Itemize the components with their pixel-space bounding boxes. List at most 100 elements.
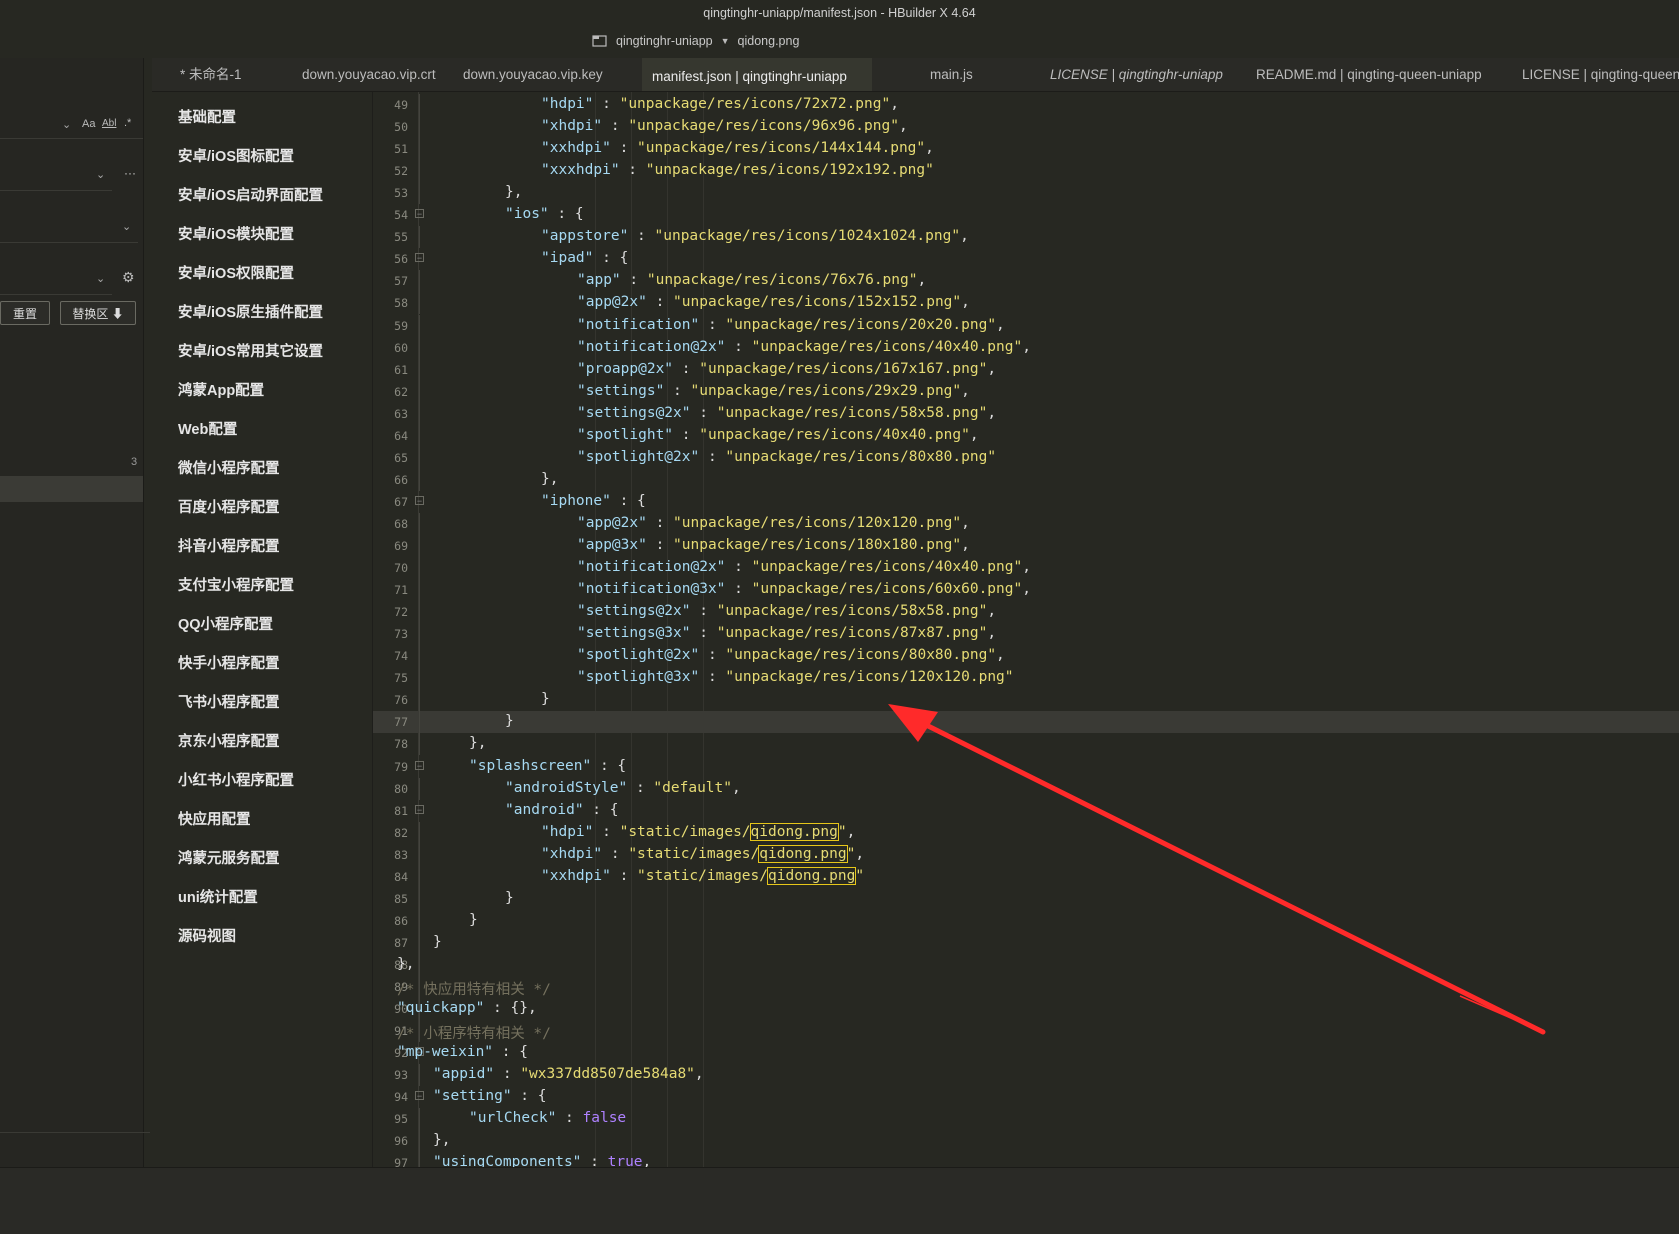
config-nav-item[interactable]: 安卓/iOS常用其它设置 bbox=[178, 340, 323, 361]
replace-toggle-button[interactable]: 替换区 ⬇ bbox=[60, 301, 136, 325]
code-line[interactable]: 72 "settings@2x" : "unpackage/res/icons/5… bbox=[373, 601, 1679, 624]
tab-license-queen[interactable]: LICENSE | qingting-queen-uniapp bbox=[1512, 58, 1679, 91]
reset-button[interactable]: 重置 bbox=[0, 301, 50, 325]
code-line[interactable]: 96}, bbox=[373, 1130, 1679, 1153]
chevron-down-icon[interactable]: ⌄ bbox=[96, 168, 105, 181]
tab-untitled[interactable]: * 未命名-1 bbox=[170, 58, 290, 91]
code-line[interactable]: 78}, bbox=[373, 733, 1679, 756]
code-line[interactable]: 49 "hdpi" : "unpackage/res/icons/72x72.pn… bbox=[373, 94, 1679, 116]
fold-toggle-icon[interactable]: − bbox=[415, 253, 424, 263]
chevron-down-icon[interactable]: ⌄ bbox=[62, 118, 71, 131]
filter-select[interactable]: ⌄ bbox=[0, 268, 112, 295]
code-line[interactable]: 87} bbox=[373, 931, 1679, 954]
code-line[interactable]: 55 "appstore" : "unpackage/res/icons/1024… bbox=[373, 226, 1679, 249]
code-line[interactable]: 84 "xxhdpi" : "static/images/qidong.png" bbox=[373, 865, 1679, 888]
code-line[interactable]: 83 "xhdpi" : "static/images/qidong.png", bbox=[373, 843, 1679, 866]
code-line[interactable]: 95 "urlCheck" : false bbox=[373, 1108, 1679, 1131]
code-line[interactable]: 82 "hdpi" : "static/images/qidong.png", bbox=[373, 821, 1679, 844]
fold-toggle-icon[interactable]: − bbox=[415, 209, 424, 219]
fold-toggle-icon[interactable]: − bbox=[415, 804, 424, 814]
code-line[interactable]: 64 "spotlight" : "unpackage/res/icons/40x… bbox=[373, 424, 1679, 447]
code-line[interactable]: 60 "notification@2x" : "unpackage/res/ico… bbox=[373, 336, 1679, 359]
config-nav-item[interactable]: 安卓/iOS启动界面配置 bbox=[178, 184, 323, 205]
breadcrumb-file[interactable]: qidong.png bbox=[738, 34, 800, 48]
config-nav-item[interactable]: 快应用配置 bbox=[178, 808, 251, 829]
config-nav-item[interactable]: 安卓/iOS图标配置 bbox=[178, 145, 294, 166]
code-line[interactable]: 66}, bbox=[373, 468, 1679, 491]
search-input[interactable]: ⌄ Aa Abl .* bbox=[0, 112, 143, 139]
code-line[interactable]: 75 "spotlight@3x" : "unpackage/res/icons/… bbox=[373, 667, 1679, 690]
code-line[interactable]: 61 "proapp@2x" : "unpackage/res/icons/167… bbox=[373, 358, 1679, 381]
code-line[interactable]: 56− "ipad" : { bbox=[373, 248, 1679, 270]
gear-icon[interactable]: ⚙ bbox=[122, 269, 135, 286]
code-line[interactable]: 80 "androidStyle" : "default", bbox=[373, 777, 1679, 800]
tab-readme[interactable]: README.md | qingting-queen-uniapp bbox=[1246, 58, 1496, 91]
config-nav-item[interactable]: 安卓/iOS权限配置 bbox=[178, 262, 294, 283]
config-nav-item[interactable]: 支付宝小程序配置 bbox=[178, 574, 294, 595]
current-line[interactable]: 77} bbox=[373, 711, 1679, 734]
tab-license[interactable]: LICENSE | qingtinghr-uniapp bbox=[1040, 58, 1230, 91]
whole-word-icon[interactable]: Abl bbox=[102, 118, 116, 129]
project-name[interactable]: qingtinghr-uniapp bbox=[616, 34, 713, 48]
code-line[interactable]: 59 "notification" : "unpackage/res/icons/… bbox=[373, 314, 1679, 337]
code-line[interactable]: 92− "mp-weixin" : { bbox=[373, 1042, 1679, 1064]
code-line[interactable]: 67− "iphone" : { bbox=[373, 491, 1679, 513]
code-line[interactable]: 70 "notification@2x" : "unpackage/res/ico… bbox=[373, 557, 1679, 580]
code-line[interactable]: 89/* 快应用特有相关 */ bbox=[373, 976, 1679, 998]
code-line[interactable]: 97 "usingComponents" : true, bbox=[373, 1152, 1679, 1167]
replace-input[interactable]: ⌄ bbox=[0, 216, 138, 243]
code-line[interactable]: 62 "settings" : "unpackage/res/icons/29x2… bbox=[373, 380, 1679, 403]
config-nav-item[interactable]: 京东小程序配置 bbox=[178, 730, 280, 751]
code-line[interactable]: 91/* 小程序特有相关 */ bbox=[373, 1020, 1679, 1043]
config-nav-item[interactable]: 小红书小程序配置 bbox=[178, 769, 294, 790]
project-breadcrumb[interactable]: qingtinghr-uniapp ▼ qidong.png bbox=[592, 34, 799, 48]
code-line[interactable]: 73 "settings@3x" : "unpackage/res/icons/8… bbox=[373, 623, 1679, 646]
more-icon[interactable]: ··· bbox=[124, 166, 136, 180]
chevron-down-icon[interactable]: ⌄ bbox=[122, 220, 131, 233]
code-line[interactable]: 79− "splashscreen" : { bbox=[373, 756, 1679, 778]
code-line[interactable]: 85} bbox=[373, 887, 1679, 910]
code-line[interactable]: 54− "ios" : { bbox=[373, 204, 1679, 226]
code-line[interactable]: 88}, bbox=[373, 953, 1679, 976]
config-nav-item[interactable]: 飞书小程序配置 bbox=[178, 691, 280, 712]
code-line[interactable]: 69 "app@3x" : "unpackage/res/icons/180x18… bbox=[373, 535, 1679, 557]
code-line[interactable]: 50 "xhdpi" : "unpackage/res/icons/96x96.p… bbox=[373, 116, 1679, 139]
config-nav-item[interactable]: QQ小程序配置 bbox=[178, 613, 273, 634]
code-line[interactable]: 63 "settings@2x" : "unpackage/res/icons/5… bbox=[373, 402, 1679, 425]
tab-key[interactable]: down.youyacao.vip.key bbox=[453, 58, 613, 91]
code-line[interactable]: 65 "spotlight@2x" : "unpackage/res/icons/… bbox=[373, 446, 1679, 469]
scope-select[interactable]: ⌄ bbox=[0, 164, 112, 191]
code-line[interactable]: 94− "setting" : { bbox=[373, 1086, 1679, 1108]
code-line[interactable]: 57 "app" : "unpackage/res/icons/76x76.png… bbox=[373, 270, 1679, 293]
config-nav-item[interactable]: 安卓/iOS模块配置 bbox=[178, 223, 294, 244]
chevron-down-icon[interactable]: ▼ bbox=[721, 36, 730, 46]
code-line[interactable]: 76} bbox=[373, 689, 1679, 712]
match-case-icon[interactable]: Aa bbox=[82, 118, 95, 130]
fold-toggle-icon[interactable]: − bbox=[415, 760, 424, 770]
config-nav-item[interactable]: 基础配置 bbox=[178, 106, 236, 127]
fold-toggle-icon[interactable]: − bbox=[415, 1091, 424, 1101]
code-line[interactable]: 81− "android" : { bbox=[373, 800, 1679, 822]
fold-toggle-icon[interactable]: − bbox=[415, 495, 424, 505]
code-line[interactable]: 51 "xxhdpi" : "unpackage/res/icons/144x14… bbox=[373, 138, 1679, 161]
code-line[interactable]: 52 "xxxhdpi" : "unpackage/res/icons/192x1… bbox=[373, 160, 1679, 183]
code-editor[interactable]: 49 "hdpi" : "unpackage/res/icons/72x72.pn… bbox=[373, 92, 1679, 1167]
code-line[interactable]: 68 "app@2x" : "unpackage/res/icons/120x12… bbox=[373, 512, 1679, 535]
tab-main-js[interactable]: main.js bbox=[920, 58, 1010, 91]
config-nav-item[interactable]: 抖音小程序配置 bbox=[178, 535, 280, 556]
config-nav-item[interactable]: 安卓/iOS原生插件配置 bbox=[178, 301, 323, 322]
config-nav-item[interactable]: 百度小程序配置 bbox=[178, 496, 280, 517]
config-nav-item[interactable]: 源码视图 bbox=[178, 925, 236, 946]
code-line[interactable]: 53}, bbox=[373, 182, 1679, 205]
code-line[interactable]: 93 "appid" : "wx337dd8507de584a8", bbox=[373, 1064, 1679, 1087]
config-nav-item[interactable]: Web配置 bbox=[178, 418, 237, 439]
regex-icon[interactable]: .* bbox=[124, 117, 131, 129]
tab-manifest[interactable]: manifest.json | qingtinghr-uniapp bbox=[642, 58, 872, 91]
chevron-down-icon[interactable]: ⌄ bbox=[96, 272, 105, 285]
config-nav-item[interactable]: 鸿蒙App配置 bbox=[178, 379, 264, 400]
code-line[interactable]: 71 "notification@3x" : "unpackage/res/ico… bbox=[373, 579, 1679, 602]
search-result-item[interactable] bbox=[0, 476, 143, 502]
config-nav-item[interactable]: uni统计配置 bbox=[178, 886, 258, 907]
config-nav-item[interactable]: 鸿蒙元服务配置 bbox=[178, 847, 280, 868]
config-nav-item[interactable]: 快手小程序配置 bbox=[178, 652, 280, 673]
